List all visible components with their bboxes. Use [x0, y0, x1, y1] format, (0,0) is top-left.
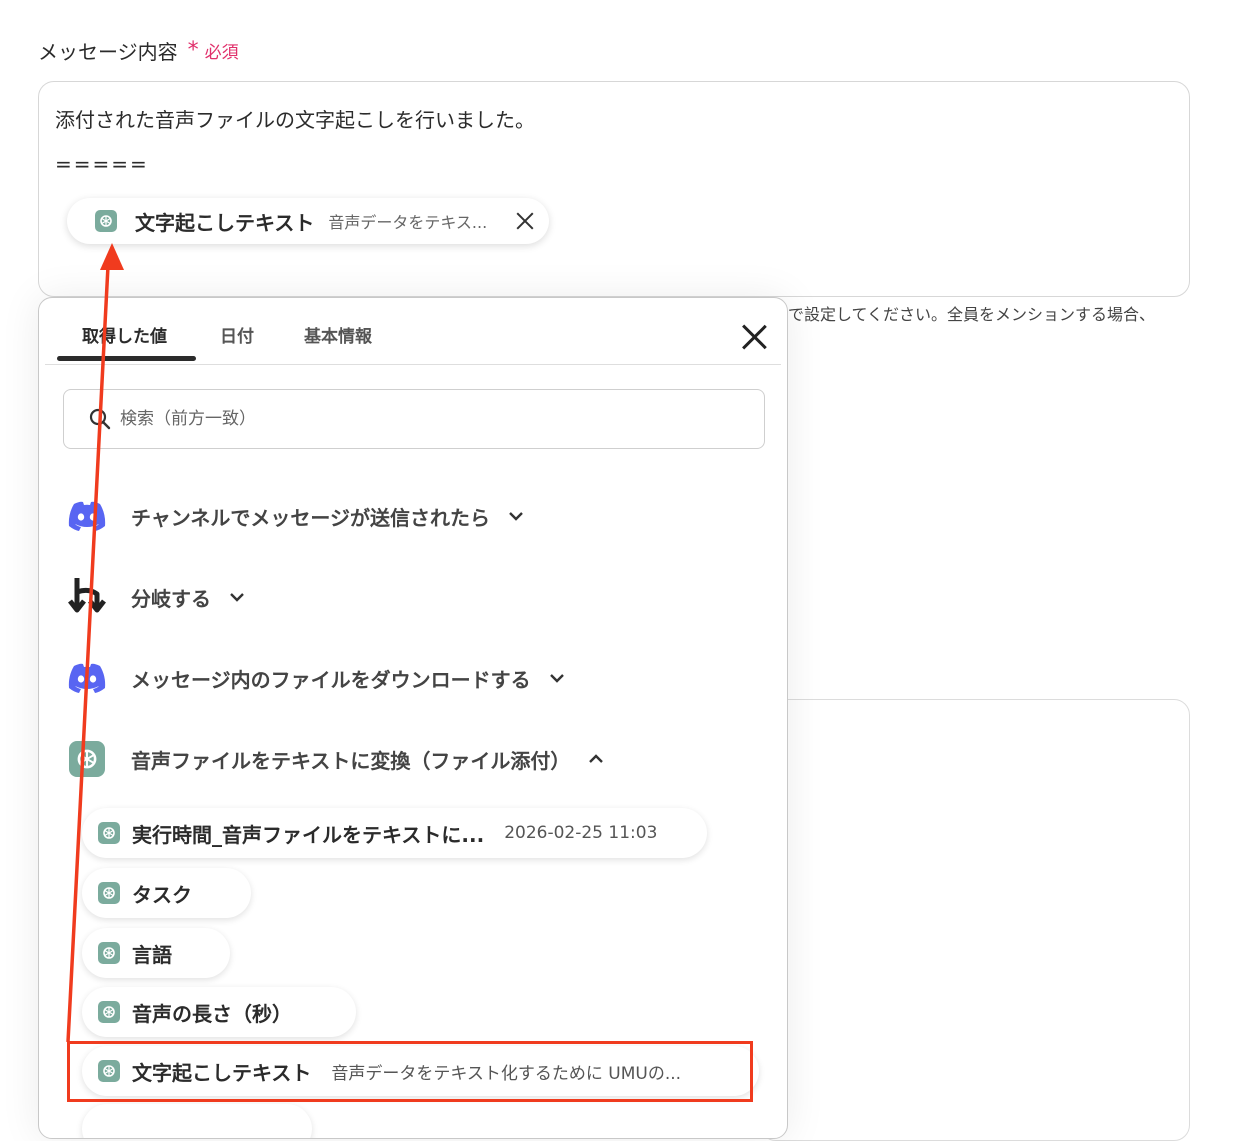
discord-icon [65, 656, 109, 700]
background-field [760, 699, 1190, 1141]
list-item[interactable]: 言語 [82, 928, 230, 978]
inserted-variable-chip[interactable]: 文字起こしテキスト 音声データをテキス... [67, 198, 549, 244]
message-line: ===== [55, 152, 149, 176]
openai-icon [98, 882, 120, 904]
list-item[interactable]: タスク [82, 868, 251, 918]
discord-icon [65, 494, 109, 538]
section-download-file[interactable]: メッセージ内のファイルをダウンロードする [65, 656, 565, 700]
section-title: チャンネルでメッセージが送信されたら [131, 505, 490, 530]
required-star: * [187, 38, 199, 63]
close-icon[interactable] [515, 211, 535, 231]
list-item[interactable] [82, 1104, 312, 1138]
search-icon [89, 408, 111, 430]
tab-acquired-values[interactable]: 取得した値 [82, 322, 167, 347]
item-title: タスク [132, 882, 192, 907]
tab-bar: 取得した値 日付 基本情報 [45, 298, 781, 365]
openai-icon [65, 737, 109, 781]
search-box[interactable] [63, 389, 765, 449]
required-badge: 必須 [204, 43, 239, 63]
openai-icon [95, 210, 117, 232]
field-label: メッセージ内容 * 必須 [38, 36, 239, 65]
variable-picker-popup: 取得した値 日付 基本情報 チャンネルでメッセージが送信されたら 分岐する メッ… [38, 297, 788, 1139]
section-channel-message-sent[interactable]: チャンネルでメッセージが送信されたら [65, 494, 524, 538]
list-item[interactable]: 実行時間_音声ファイルをテキストに... 2026-02-25 11:03 [82, 808, 707, 858]
search-input[interactable] [118, 408, 722, 430]
chip-subtitle: 音声データをテキス... [328, 213, 488, 232]
item-title: 言語 [132, 942, 172, 967]
tab-date[interactable]: 日付 [220, 322, 254, 347]
chevron-up-icon [589, 754, 604, 763]
close-icon[interactable] [741, 324, 767, 350]
chevron-down-icon [230, 593, 244, 602]
highlight-annotation-box [67, 1041, 753, 1102]
openai-icon [98, 942, 120, 964]
message-editor[interactable]: 添付された音声ファイルの文字起こしを行いました。 ===== 文字起こしテキスト… [38, 81, 1190, 297]
openai-icon [98, 1001, 120, 1023]
chevron-down-icon [509, 512, 523, 521]
section-title: 分岐する [131, 586, 211, 611]
item-title: 実行時間_音声ファイルをテキストに... [132, 822, 485, 847]
item-subtitle: 2026-02-25 11:03 [504, 823, 658, 843]
section-branch[interactable]: 分岐する [65, 575, 245, 619]
active-tab-indicator [57, 356, 196, 361]
tab-basic-info[interactable]: 基本情報 [304, 322, 372, 347]
branch-icon [65, 575, 109, 619]
section-title: メッセージ内のファイルをダウンロードする [131, 667, 531, 692]
openai-icon [98, 822, 120, 844]
section-title: 音声ファイルをテキストに変換（ファイル添付） [131, 748, 571, 773]
item-title: 音声の長さ（秒） [132, 1001, 292, 1026]
list-item[interactable]: 音声の長さ（秒） [82, 987, 356, 1037]
section-audio-to-text[interactable]: 音声ファイルをテキストに変換（ファイル添付） [65, 737, 604, 781]
field-label-text: メッセージ内容 [38, 40, 178, 64]
chip-title: 文字起こしテキスト [135, 210, 315, 235]
helper-text: で設定してください。全員をメンションする場合、 [788, 305, 1156, 324]
chevron-down-icon [549, 674, 564, 683]
message-line: 添付された音声ファイルの文字起こしを行いました。 [55, 108, 535, 132]
